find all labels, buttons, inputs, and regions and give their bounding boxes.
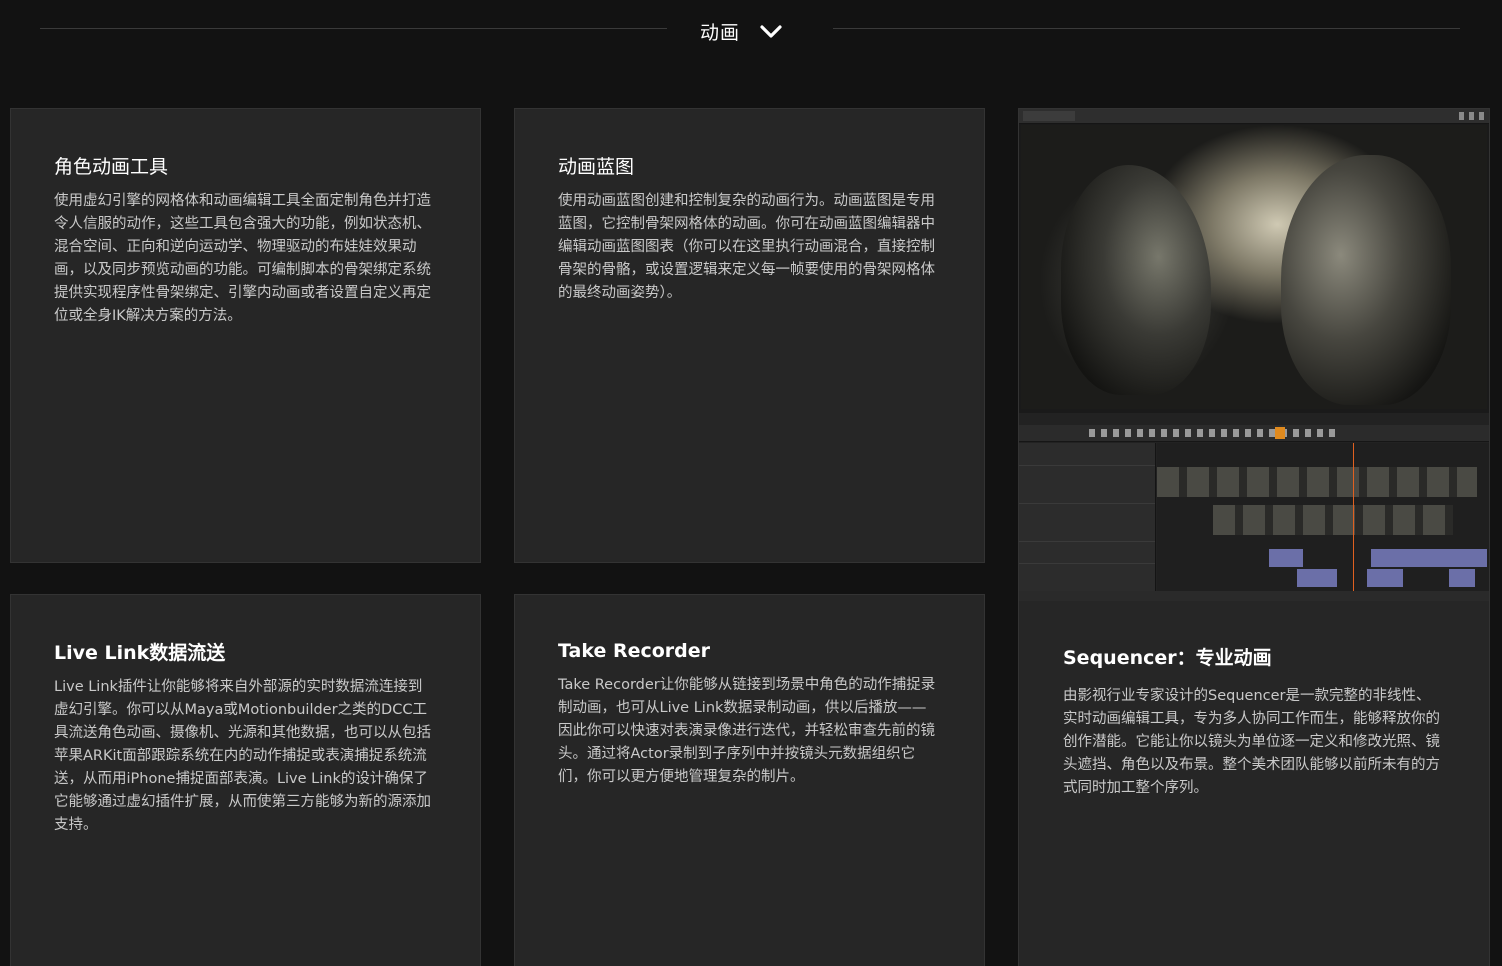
screenshot-audio-clip [1367,569,1403,587]
screenshot-titlebar [1019,109,1489,124]
screenshot-timeline [1157,443,1489,591]
screenshot-toolbar-accent [1275,427,1285,439]
screenshot-window-buttons [1459,112,1485,120]
screenshot-track-divider [1019,563,1155,564]
card-description: Take Recorder让你能够从链接到场景中角色的动作捕捉录制动画，也可从L… [558,677,936,785]
card-title: Take Recorder [558,640,711,662]
card-description: Live Link插件让你能够将来自外部源的实时数据流连接到虚幻引擎。你可以从M… [54,679,431,833]
screenshot-playhead [1353,443,1354,591]
card-title: Live Link数据流送 [54,642,226,664]
screenshot-audio-clip [1449,569,1475,587]
screenshot-toolbar-icons [1089,429,1339,437]
feature-card-character-animation: 角色动画工具 使用虚幻引擎的网格体和动画编辑工具全面定制角色并打造令人信服的动作… [10,108,481,563]
screenshot-viewport [1021,125,1487,409]
screenshot-character-right [1281,155,1451,405]
screenshot-track-list [1019,443,1156,591]
section-header: 动画 [0,0,1502,64]
card-description: 使用动画蓝图创建和控制复杂的动画行为。动画蓝图是专用蓝图，它控制骨架网格体的动画… [558,193,935,301]
screenshot-shot-clips [1157,467,1477,497]
feature-card-live-link: Live Link数据流送 Live Link插件让你能够将来自外部源的实时数据… [10,594,481,966]
card-title: 动画蓝图 [558,156,635,178]
screenshot-audio-clip [1371,549,1487,567]
feature-card-take-recorder: Take Recorder Take Recorder让你能够从链接到场景中角色… [514,594,985,966]
card-title: Sequencer：专业动画 [1063,647,1272,669]
card-title: 角色动画工具 [54,156,169,178]
screenshot-track-divider [1019,541,1155,542]
screenshot-audio-clip [1297,569,1337,587]
page: 动画 角色动画工具 使用虚幻引擎的网格体和动画编辑工具全面定制角色并打造令人信服… [0,0,1502,966]
screenshot-sequencer-panel [1019,413,1489,601]
chevron-down-icon [760,25,782,38]
screenshot-sequencer-toolbar [1019,425,1489,442]
screenshot-audio-clip [1269,549,1303,567]
card-description: 由影视行业专家设计的Sequencer是一款完整的非线性、实时动画编辑工具，专为… [1063,688,1440,796]
screenshot-tab [1023,111,1075,121]
sequencer-screenshot [1019,109,1489,601]
screenshot-shot-clips [1213,505,1453,535]
section-title: 动画 [700,21,741,44]
screenshot-track-divider [1019,503,1155,504]
feature-card-animation-blueprint: 动画蓝图 使用动画蓝图创建和控制复杂的动画行为。动画蓝图是专用蓝图，它控制骨架网… [514,108,985,563]
header-divider-left [40,28,667,29]
screenshot-playback-bar [1019,591,1489,601]
card-description: 使用虚幻引擎的网格体和动画编辑工具全面定制角色并打造令人信服的动作，这些工具包含… [54,193,431,324]
section-toggle-button[interactable]: 动画 [700,14,784,48]
screenshot-character-left [1061,165,1211,395]
screenshot-track-divider [1019,465,1155,466]
feature-card-sequencer: Sequencer：专业动画 由影视行业专家设计的Sequencer是一款完整的… [1018,108,1490,966]
header-divider-right [833,28,1460,29]
